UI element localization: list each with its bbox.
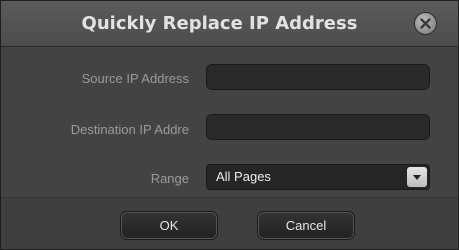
range-selected-value: All Pages — [216, 169, 271, 184]
chevron-down-icon — [413, 175, 421, 180]
destination-ip-input[interactable] — [206, 114, 430, 140]
source-ip-label: Source IP Address — [81, 71, 189, 86]
dialog-titlebar: Quickly Replace IP Address — [1, 1, 458, 47]
range-dropdown-button[interactable] — [407, 167, 427, 187]
dialog-footer: OK Cancel — [1, 197, 458, 249]
destination-ip-label: Destination IP Addre — [70, 122, 189, 137]
replace-ip-dialog: Quickly Replace IP Address Source IP Add… — [0, 0, 459, 250]
close-button[interactable] — [414, 12, 437, 35]
close-icon — [420, 18, 431, 29]
dialog-body: Source IP Address Destination IP Addre R… — [1, 47, 458, 197]
cancel-button[interactable]: Cancel — [257, 211, 355, 240]
range-select[interactable]: All Pages — [206, 164, 430, 190]
ok-button[interactable]: OK — [120, 211, 218, 240]
range-label: Range — [150, 171, 189, 186]
dialog-title: Quickly Replace IP Address — [81, 13, 358, 34]
source-ip-input[interactable] — [206, 64, 430, 90]
